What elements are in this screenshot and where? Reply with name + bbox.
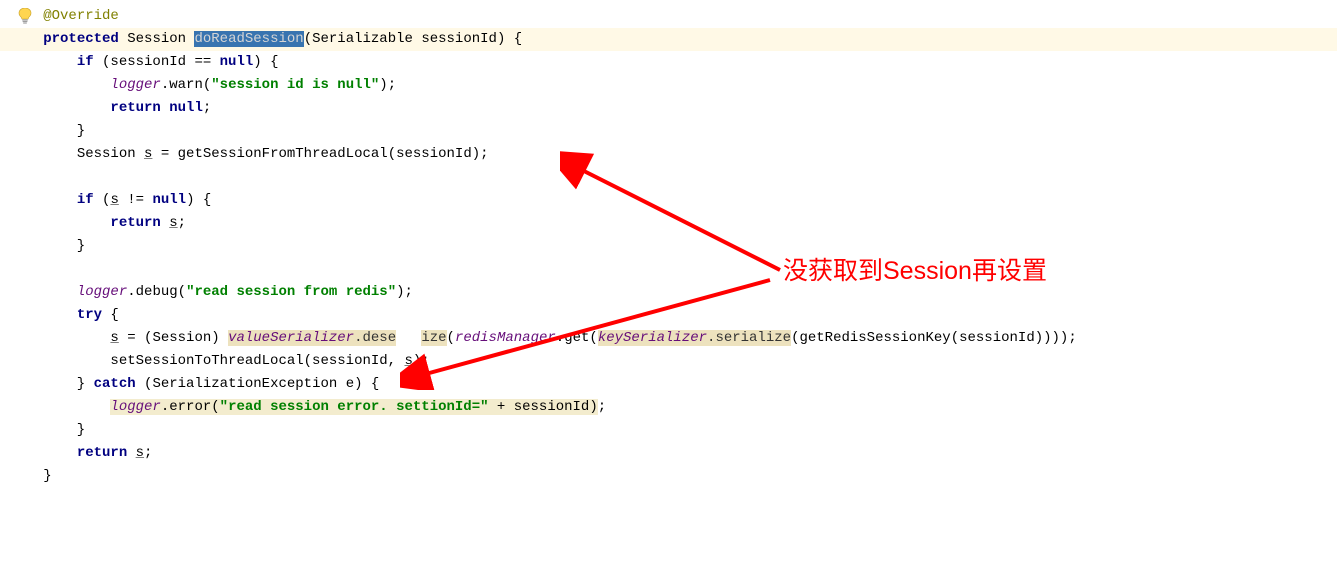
annotation-label: 没获取到Session再设置 [783,260,1047,283]
code-line [18,258,1337,281]
method-signature: protected Session doReadSession(Serializ… [0,28,1337,51]
code-editor[interactable]: @Override protected Session doReadSessio… [0,0,1337,493]
code-line: } catch (SerializationException e) { [18,373,1337,396]
code-line: } [18,419,1337,442]
code-line: logger.warn("session id is null"); [18,74,1337,97]
code-line: s = (Session) valueSerializer.dese ize(r… [18,327,1337,350]
code-line: if (sessionId == null) { [18,51,1337,74]
override-annotation: @Override [43,8,119,24]
code-line: if (s != null) { [18,189,1337,212]
code-line: setSessionToThreadLocal(sessionId, s); [18,350,1337,373]
selected-method-name: doReadSession [194,31,303,47]
code-line: logger.debug("read session from redis"); [18,281,1337,304]
code-line: } [18,465,1337,488]
code-line: return s; [18,442,1337,465]
code-line: try { [18,304,1337,327]
code-line: return null; [18,97,1337,120]
code-line: Session s = getSessionFromThreadLocal(se… [18,143,1337,166]
code-line [18,166,1337,189]
code-line: } [18,120,1337,143]
lightbulb-icon[interactable] [18,8,32,24]
code-line: logger.error("read session error. settio… [18,396,1337,419]
code-line: } [18,235,1337,258]
code-line: @Override [18,5,1337,28]
code-line: return s; [18,212,1337,235]
